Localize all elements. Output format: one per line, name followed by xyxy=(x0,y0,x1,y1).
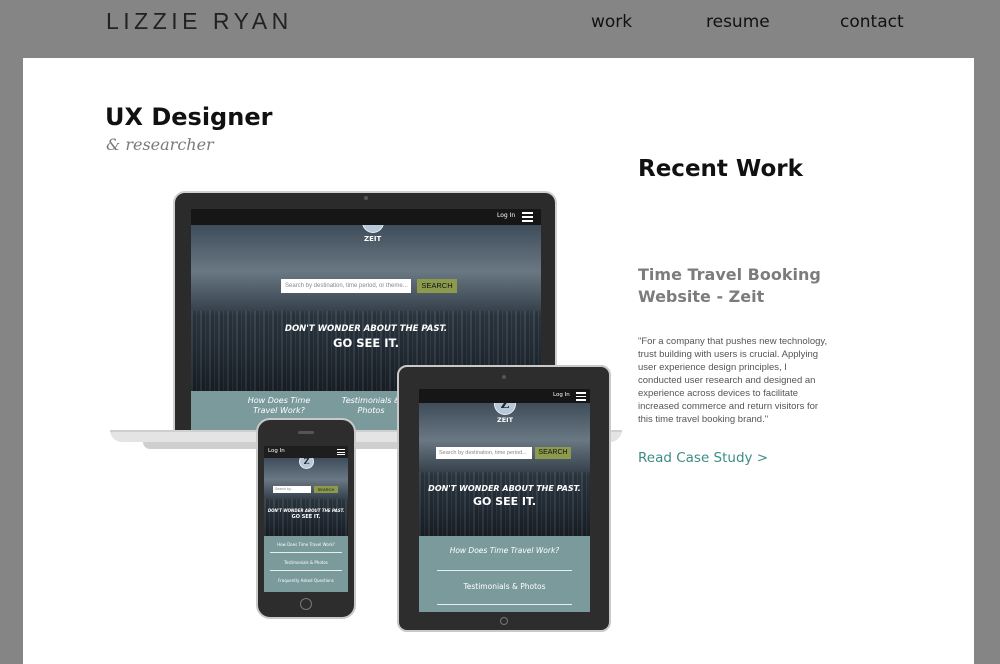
mock-topbar: Log In xyxy=(264,446,348,458)
mock-login: Log In xyxy=(268,448,285,454)
mock-search-input: Search by destination, time period... xyxy=(436,447,532,459)
mock-search-input: Search by... xyxy=(273,486,311,493)
mock-login: Log In xyxy=(497,212,516,219)
project-description: "For a company that pushes new technolog… xyxy=(638,336,828,425)
mock-brand: ZEIT xyxy=(497,416,514,424)
mock-panel: How Does Time Travel Work? Testimonials … xyxy=(264,536,348,592)
mock-link-how: How Does Time Travel Work? xyxy=(449,546,560,555)
tablet-camera xyxy=(502,375,506,379)
mock-login: Log In xyxy=(553,392,570,398)
phone-speaker xyxy=(298,431,314,434)
role-title: UX Designer xyxy=(105,103,273,131)
phone-mockup: Log In Z Search by... SEARCH DON'T WONDE… xyxy=(256,418,356,619)
tablet-home-button xyxy=(500,617,508,625)
mock-brand: ZEIT xyxy=(364,235,382,243)
zeit-logo-icon: Z xyxy=(494,403,516,415)
brand-logo[interactable]: LIZZIE RYAN xyxy=(106,8,293,35)
tablet-mockup: Log In Z ZEIT Search by destination, tim… xyxy=(397,365,611,632)
mock-search-button: SEARCH xyxy=(417,279,457,293)
zeit-logo-icon: Z xyxy=(299,458,314,469)
mock-tagline-2: GO SEE IT. xyxy=(333,336,399,350)
laptop-camera xyxy=(364,196,368,200)
recent-work-heading: Recent Work xyxy=(638,156,803,182)
mock-topbar: Log In xyxy=(419,389,590,403)
site-header: LIZZIE RYAN work resume contact xyxy=(0,0,1000,58)
phone-screen: Log In Z Search by... SEARCH DON'T WONDE… xyxy=(264,446,348,592)
menu-icon xyxy=(337,449,345,455)
tablet-screen: Log In Z ZEIT Search by destination, tim… xyxy=(419,389,590,612)
mock-hero: Z Search by... SEARCH DON'T WONDER ABOUT… xyxy=(264,458,348,536)
mock-tagline-1: DON'T WONDER ABOUT THE PAST. xyxy=(267,508,345,513)
mock-link-testimonials: Testimonials & Photos xyxy=(284,560,328,565)
nav-contact[interactable]: contact xyxy=(840,12,904,32)
menu-icon xyxy=(576,392,586,401)
mock-divider xyxy=(270,570,342,571)
mock-tagline-2: GO SEE IT. xyxy=(472,495,537,508)
mock-tagline-2: GO SEE IT. xyxy=(291,514,321,520)
mock-link-how: How Does Time Travel Work? xyxy=(247,396,311,415)
mock-hero: Z ZEIT Search by destination, time perio… xyxy=(419,403,590,536)
nav-resume[interactable]: resume xyxy=(706,12,770,32)
project-title: Time Travel Booking Website - Zeit xyxy=(638,265,821,306)
role-subtitle: & researcher xyxy=(106,135,214,154)
read-case-study-link[interactable]: Read Case Study > xyxy=(638,450,768,466)
mock-divider xyxy=(437,604,572,605)
mock-topbar: Log In xyxy=(191,209,541,225)
phone-home-button xyxy=(300,598,312,610)
nav-work[interactable]: work xyxy=(591,12,632,32)
main-card: UX Designer & researcher Log In Z ZEIT S… xyxy=(23,58,974,664)
mock-search-button: SEARCH xyxy=(314,486,338,493)
mock-divider xyxy=(270,552,342,553)
zeit-logo-icon: Z xyxy=(362,225,384,233)
mock-link-how: How Does Time Travel Work? xyxy=(277,542,335,547)
mock-tagline-1: DON'T WONDER ABOUT THE PAST. xyxy=(428,484,581,493)
mock-tagline-1: DON'T WONDER ABOUT THE PAST. xyxy=(284,324,448,334)
mock-link-faq: Frequently Asked Questions xyxy=(278,578,334,583)
mock-search-input: Search by destination, time period, or t… xyxy=(281,279,411,293)
mock-link-testimonials: Testimonials & Photos xyxy=(463,582,546,591)
mock-panel: How Does Time Travel Work? Testimonials … xyxy=(419,536,590,612)
mock-search-button: SEARCH xyxy=(535,447,571,459)
mock-link-testimonials: Testimonials & Photos xyxy=(341,396,401,415)
menu-icon xyxy=(522,212,533,222)
mock-divider xyxy=(437,570,572,571)
